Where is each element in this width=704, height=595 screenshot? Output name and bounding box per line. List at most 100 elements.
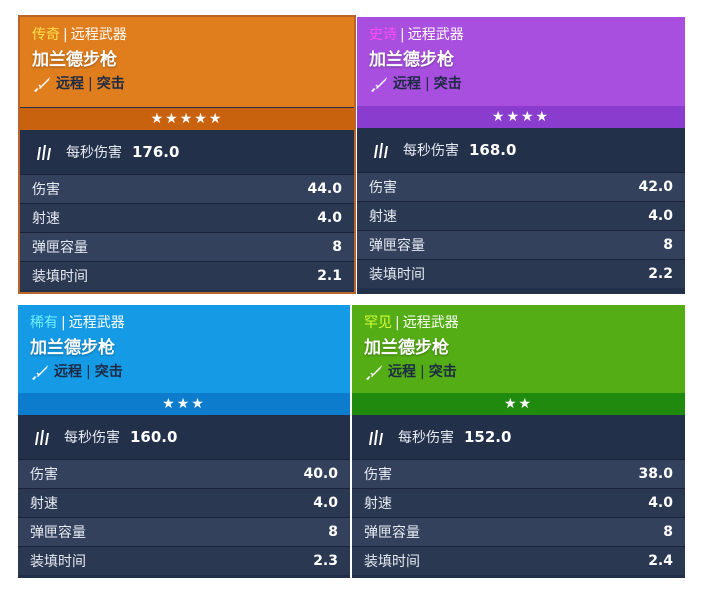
stat-row-damage: 伤害 40.0 <box>18 459 350 488</box>
card-header: 传奇 | 远程武器 加兰德步枪 远程 | 突击 <box>20 17 354 107</box>
stat-value: 2.1 <box>317 268 342 284</box>
stat-row-fire-rate: 射速 4.0 <box>357 201 685 230</box>
stat-label: 射速 <box>30 496 58 512</box>
stat-label: 弹匣容量 <box>364 525 420 541</box>
stats-list: 伤害 38.0 射速 4.0 弹匣容量 8 装填时间 2.4 <box>352 459 685 575</box>
weapon-name: 加兰德步枪 <box>30 338 115 358</box>
separator: | <box>86 364 91 380</box>
stat-label: 装填时间 <box>32 269 88 285</box>
card-header: 罕见 | 远程武器 加兰德步枪 远程 | 突击 <box>352 305 685 393</box>
stat-value: 4.0 <box>317 210 342 226</box>
dps-value: 176.0 <box>132 143 180 161</box>
stat-label: 伤害 <box>364 467 392 483</box>
weapon-card-epic[interactable]: 史诗 | 远程武器 加兰德步枪 远程 | 突击 ★★★★ 每秒伤害 168.0 伤害 42… <box>357 17 685 294</box>
stat-value: 2.3 <box>313 553 338 569</box>
weapon-type-line: 远程 | 突击 <box>32 73 354 95</box>
stat-row-magazine: 弹匣容量 8 <box>18 517 350 546</box>
separator: | <box>425 76 430 92</box>
dps-label: 每秒伤害 <box>64 430 120 446</box>
stat-value: 38.0 <box>638 466 673 482</box>
dps-value: 168.0 <box>469 141 517 159</box>
stat-row-magazine: 弹匣容量 8 <box>20 232 354 261</box>
stat-label: 伤害 <box>369 180 397 196</box>
weapon-name: 加兰德步枪 <box>364 338 449 358</box>
category-label: 远程武器 <box>68 315 125 331</box>
stat-row-reload: 装填时间 2.2 <box>357 259 685 288</box>
separator: | <box>395 315 400 331</box>
type-assault: 突击 <box>96 76 125 92</box>
dps-value: 160.0 <box>130 428 178 446</box>
bullets-icon <box>374 143 388 158</box>
bullets-icon <box>369 430 383 445</box>
stat-row-fire-rate: 射速 4.0 <box>18 488 350 517</box>
stat-row-damage: 伤害 44.0 <box>20 174 354 203</box>
stat-label: 伤害 <box>32 182 60 198</box>
rarity-label: 稀有 <box>30 315 58 331</box>
star-rating: ★★ <box>352 393 685 415</box>
stat-label: 弹匣容量 <box>30 525 86 541</box>
stat-value: 8 <box>663 524 673 540</box>
rarity-label: 史诗 <box>369 27 397 43</box>
stat-value: 8 <box>663 237 673 253</box>
rifle-icon <box>34 77 50 92</box>
stat-value: 8 <box>328 524 338 540</box>
rarity-line: 稀有 | 远程武器 <box>30 313 350 333</box>
rifle-icon <box>32 365 48 380</box>
stats-list: 伤害 40.0 射速 4.0 弹匣容量 8 装填时间 2.3 <box>18 459 350 575</box>
stats-list: 伤害 44.0 射速 4.0 弹匣容量 8 装填时间 2.1 <box>20 174 354 290</box>
dps-label: 每秒伤害 <box>398 430 454 446</box>
rarity-label: 罕见 <box>364 315 392 331</box>
stat-label: 装填时间 <box>364 554 420 570</box>
rifle-icon <box>371 77 387 92</box>
separator: | <box>88 76 93 92</box>
stat-row-magazine: 弹匣容量 8 <box>357 230 685 259</box>
stat-label: 装填时间 <box>30 554 86 570</box>
stat-label: 装填时间 <box>369 267 425 283</box>
separator: | <box>61 315 66 331</box>
separator: | <box>400 27 405 43</box>
type-ranged: 远程 <box>393 76 421 92</box>
type-ranged: 远程 <box>54 364 82 380</box>
dps-row: 每秒伤害 176.0 <box>20 130 354 174</box>
star-rating: ★★★★ <box>357 106 685 128</box>
weapon-card-legendary[interactable]: 传奇 | 远程武器 加兰德步枪 远程 | 突击 ★★★★★ 每秒伤害 176.0 伤害 4… <box>18 15 356 294</box>
stat-value: 42.0 <box>638 179 673 195</box>
type-assault: 突击 <box>94 364 123 380</box>
weapon-type-line: 远程 | 突击 <box>364 361 685 383</box>
stat-value: 4.0 <box>648 495 673 511</box>
rarity-label: 传奇 <box>32 27 60 43</box>
stat-row-damage: 伤害 42.0 <box>357 172 685 201</box>
stat-value: 2.2 <box>648 266 673 282</box>
stat-label: 射速 <box>32 211 60 227</box>
weapon-name: 加兰德步枪 <box>369 50 454 70</box>
weapon-card-uncommon[interactable]: 罕见 | 远程武器 加兰德步枪 远程 | 突击 ★★ 每秒伤害 152.0 伤害 38.0… <box>352 305 685 578</box>
stat-row-reload: 装填时间 2.1 <box>20 261 354 290</box>
weapon-type-line: 远程 | 突击 <box>369 73 685 95</box>
separator: | <box>63 27 68 43</box>
rarity-line: 传奇 | 远程武器 <box>32 25 354 45</box>
card-header: 史诗 | 远程武器 加兰德步枪 远程 | 突击 <box>357 17 685 106</box>
weapon-card-rare[interactable]: 稀有 | 远程武器 加兰德步枪 远程 | 突击 ★★★ 每秒伤害 160.0 伤害 40.… <box>18 305 350 578</box>
star-rating: ★★★ <box>18 393 350 415</box>
stat-value: 8 <box>332 239 342 255</box>
stat-label: 射速 <box>364 496 392 512</box>
stat-row-damage: 伤害 38.0 <box>352 459 685 488</box>
card-header: 稀有 | 远程武器 加兰德步枪 远程 | 突击 <box>18 305 350 393</box>
dps-row: 每秒伤害 168.0 <box>357 128 685 172</box>
stat-label: 弹匣容量 <box>369 238 425 254</box>
rarity-line: 罕见 | 远程武器 <box>364 313 685 333</box>
dps-value: 152.0 <box>464 428 512 446</box>
stat-value: 4.0 <box>313 495 338 511</box>
bullets-icon <box>37 145 51 160</box>
type-assault: 突击 <box>433 76 462 92</box>
weapon-type-line: 远程 | 突击 <box>30 361 350 383</box>
type-ranged: 远程 <box>388 364 416 380</box>
stat-value: 40.0 <box>303 466 338 482</box>
type-ranged: 远程 <box>56 76 84 92</box>
stat-row-fire-rate: 射速 4.0 <box>352 488 685 517</box>
stat-value: 2.4 <box>648 553 673 569</box>
dps-label: 每秒伤害 <box>66 145 122 161</box>
dps-row: 每秒伤害 160.0 <box>18 415 350 459</box>
rifle-icon <box>366 365 382 380</box>
separator: | <box>420 364 425 380</box>
